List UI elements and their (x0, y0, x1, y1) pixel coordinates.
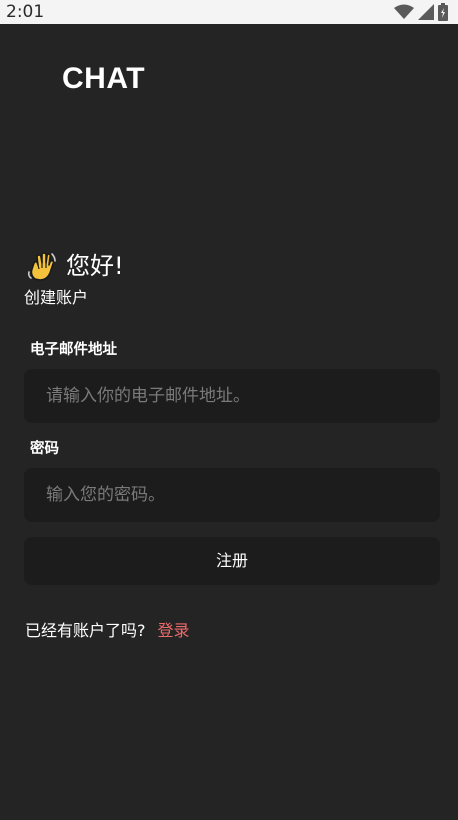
email-label: 电子邮件地址 (30, 342, 117, 358)
login-link[interactable]: 登录 (158, 620, 190, 642)
cellular-signal-icon (418, 4, 434, 20)
greeting-text: 您好! (66, 252, 124, 280)
waving-hand-icon (27, 252, 56, 281)
wifi-icon (394, 4, 414, 19)
page-subtitle: 创建账户 (24, 288, 89, 307)
register-button[interactable]: 注册 (24, 537, 440, 585)
battery-icon (438, 3, 448, 21)
password-input[interactable] (24, 468, 440, 522)
status-bar: 2:01 (0, 0, 458, 24)
password-label: 密码 (30, 441, 59, 457)
login-prompt-text: 已经有账户了吗? (25, 621, 146, 640)
app-title: CHAT (62, 62, 146, 95)
greeting-row: 您好! (26, 249, 124, 283)
status-icons (394, 3, 448, 21)
login-prompt-row: 已经有账户了吗? 登录 (25, 620, 190, 642)
email-input[interactable] (24, 369, 440, 423)
status-time: 2:01 (6, 2, 45, 22)
